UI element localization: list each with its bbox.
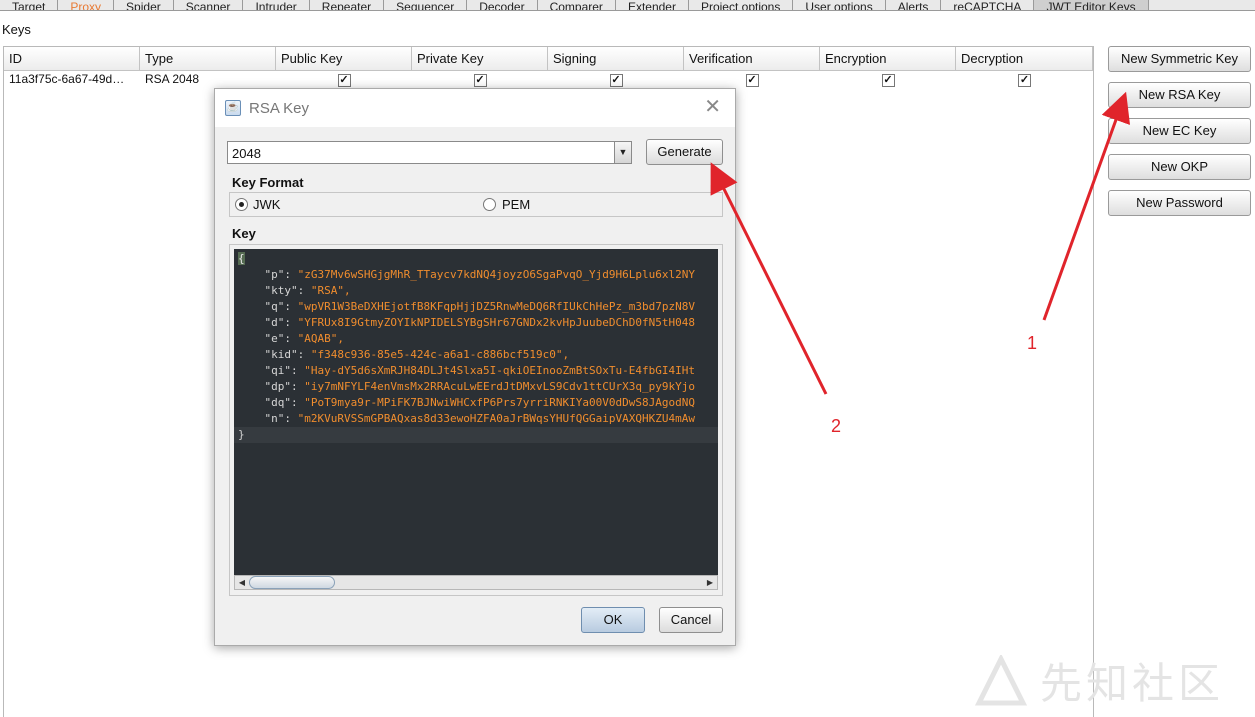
column-header-id[interactable]: ID bbox=[4, 47, 140, 70]
key-format-label: Key Format bbox=[232, 175, 304, 190]
column-header-private-key[interactable]: Private Key bbox=[412, 47, 548, 70]
decryption-checkbox[interactable]: ✓ bbox=[1018, 74, 1031, 87]
scrollbar-thumb[interactable] bbox=[249, 576, 335, 589]
horizontal-scrollbar[interactable]: ◀ ▶ bbox=[234, 575, 718, 590]
json-value: "m2KVuRVSSmGPBAQxas8d33ewoHZFA0aJrBWqsYH… bbox=[297, 412, 695, 425]
ok-button[interactable]: OK bbox=[581, 607, 645, 633]
new-okp-button[interactable]: New OKP bbox=[1108, 154, 1251, 180]
watermark-text: 先知社区 bbox=[1040, 659, 1225, 708]
annotation-number-1: 1 bbox=[1027, 333, 1038, 353]
tab-project-options[interactable]: Project options bbox=[689, 0, 794, 10]
json-key: "kty": bbox=[264, 284, 311, 297]
tab-extender[interactable]: Extender bbox=[616, 0, 689, 10]
jwk-radio[interactable] bbox=[235, 198, 248, 211]
verification-checkbox[interactable]: ✓ bbox=[745, 74, 759, 87]
cell-key-type: RSA 2048 bbox=[145, 72, 200, 86]
rsa-key-dialog: ☕ RSA Key ✕ 2048 ▼ Generate Key Format J… bbox=[214, 88, 736, 646]
json-value: "Hay-dY5d6sXmRJH84DLJt4Slxa5I-qkiOEInooZ… bbox=[304, 364, 695, 377]
pem-radio[interactable] bbox=[483, 198, 496, 211]
cancel-button[interactable]: Cancel bbox=[659, 607, 723, 633]
chevron-down-icon[interactable]: ▼ bbox=[614, 142, 631, 163]
table-row[interactable]: 11a3f75c-6a67-49d… RSA 2048 ✓ ✓ ✓ ✓ ✓ ✓ bbox=[4, 71, 1093, 89]
json-key: "qi": bbox=[264, 364, 305, 377]
tab-proxy[interactable]: Proxy bbox=[58, 0, 115, 10]
close-icon[interactable]: ✕ bbox=[704, 97, 721, 117]
json-value: "zG37Mv6wSHGjgMhR_TTaycv7kdNQ4joyzO6SgaP… bbox=[297, 268, 695, 281]
json-value: "PoT9mya9r-MPiFK7BJNwiWHCxfP6Prs7yrriRNK… bbox=[304, 396, 695, 409]
json-value: "wpVR1W3BeDXHEjotfB8KFqpHjjDZ5RnwMeDQ6Rf… bbox=[297, 300, 695, 313]
tab-spider[interactable]: Spider bbox=[114, 0, 174, 10]
tab-decoder[interactable]: Decoder bbox=[467, 0, 538, 10]
tab-repeater[interactable]: Repeater bbox=[310, 0, 385, 10]
json-key: "e": bbox=[264, 332, 298, 345]
close-brace: } bbox=[238, 428, 245, 441]
tab-user-options[interactable]: User options bbox=[793, 0, 886, 10]
column-header-public-key[interactable]: Public Key bbox=[276, 47, 412, 70]
new-ec-key-button[interactable]: New EC Key bbox=[1108, 118, 1251, 144]
tab-comparer[interactable]: Comparer bbox=[538, 0, 616, 10]
json-key: "n": bbox=[264, 412, 298, 425]
tab-intruder[interactable]: Intruder bbox=[243, 0, 310, 10]
watermark-logo-icon bbox=[975, 655, 1027, 706]
private-key-checkbox[interactable]: ✓ bbox=[473, 74, 487, 87]
column-header-verification[interactable]: Verification bbox=[684, 47, 820, 70]
dialog-titlebar[interactable]: ☕ RSA Key ✕ bbox=[215, 89, 735, 127]
jwk-radio-label[interactable]: JWK bbox=[253, 197, 280, 212]
column-header-encryption[interactable]: Encryption bbox=[820, 47, 956, 70]
key-size-value: 2048 bbox=[232, 146, 261, 161]
tab-sequencer[interactable]: Sequencer bbox=[384, 0, 468, 10]
new-rsa-key-button[interactable]: New RSA Key bbox=[1108, 82, 1251, 108]
json-key: "q": bbox=[264, 300, 298, 313]
annotation-number-2: 2 bbox=[831, 416, 842, 436]
json-key: "p": bbox=[264, 268, 298, 281]
json-key: "kid": bbox=[264, 348, 311, 361]
tab-scanner[interactable]: Scanner bbox=[174, 0, 244, 10]
json-value: "RSA", bbox=[310, 284, 351, 297]
column-header-type[interactable]: Type bbox=[140, 47, 276, 70]
column-header-signing[interactable]: Signing bbox=[548, 47, 684, 70]
key-size-select[interactable]: 2048 ▼ bbox=[227, 141, 632, 164]
java-app-icon: ☕ bbox=[225, 100, 241, 116]
json-value: "iy7mNFYLF4enVmsMx2RRAcuLwEErdJtDMxvLS9C… bbox=[304, 380, 695, 393]
scroll-left-icon[interactable]: ◀ bbox=[235, 576, 249, 589]
new-symmetric-key-button[interactable]: New Symmetric Key bbox=[1108, 46, 1251, 72]
tab-recaptcha[interactable]: reCAPTCHA bbox=[941, 0, 1035, 10]
json-key: "dq": bbox=[264, 396, 305, 409]
key-format-group: JWK PEM bbox=[229, 192, 723, 217]
json-key: "d": bbox=[264, 316, 298, 329]
signing-checkbox[interactable]: ✓ bbox=[609, 74, 623, 87]
column-header-decryption[interactable]: Decryption bbox=[956, 47, 1093, 70]
key-label: Key bbox=[232, 226, 256, 241]
key-editor[interactable]: { "p": "zG37Mv6wSHGjgMhR_TTaycv7kdNQ4joy… bbox=[234, 249, 718, 576]
key-editor-panel: { "p": "zG37Mv6wSHGjgMhR_TTaycv7kdNQ4joy… bbox=[229, 244, 723, 596]
tab-jwt-editor-keys[interactable]: JWT Editor Keys bbox=[1034, 0, 1149, 10]
scroll-right-icon[interactable]: ▶ bbox=[703, 576, 717, 589]
pem-radio-label[interactable]: PEM bbox=[502, 197, 530, 212]
dialog-title: RSA Key bbox=[249, 100, 310, 117]
main-tab-strip: Target Proxy Spider Scanner Intruder Rep… bbox=[0, 0, 1255, 11]
new-password-button[interactable]: New Password bbox=[1108, 190, 1251, 216]
keys-section-label: Keys bbox=[2, 22, 31, 37]
json-value: "AQAB", bbox=[297, 332, 344, 345]
generate-button[interactable]: Generate bbox=[646, 139, 723, 165]
tab-alerts[interactable]: Alerts bbox=[886, 0, 942, 10]
encryption-checkbox[interactable]: ✓ bbox=[881, 74, 895, 87]
json-key: "dp": bbox=[264, 380, 305, 393]
json-value: "f348c936-85e5-424c-a6a1-c886bcf519c0", bbox=[310, 348, 570, 361]
public-key-checkbox[interactable]: ✓ bbox=[337, 74, 351, 87]
json-value: "YFRUx8I9GtmyZOYIkNPIDELSYBgSHr67GNDx2kv… bbox=[297, 316, 695, 329]
tab-target[interactable]: Target bbox=[0, 0, 59, 10]
table-header: ID Type Public Key Private Key Signing V… bbox=[4, 47, 1093, 71]
cell-key-id: 11a3f75c-6a67-49d… bbox=[9, 72, 125, 86]
open-brace: { bbox=[238, 252, 245, 265]
